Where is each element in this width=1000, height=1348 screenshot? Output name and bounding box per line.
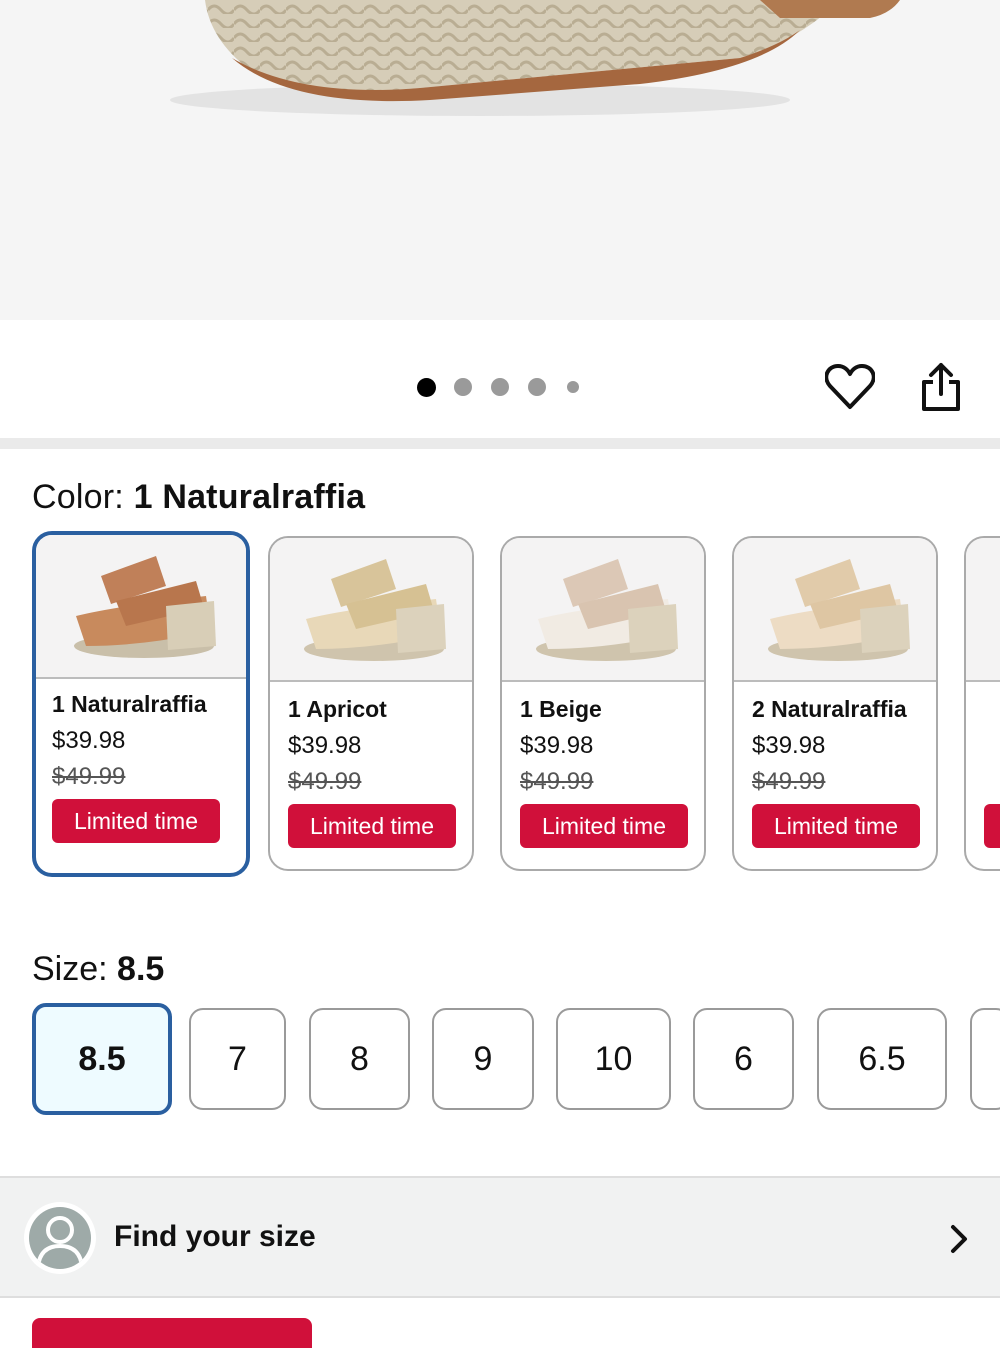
color-thumbnail bbox=[36, 535, 246, 679]
carousel-dot[interactable] bbox=[528, 378, 546, 396]
color-thumbnail bbox=[734, 538, 936, 682]
size-option[interactable]: 7 bbox=[189, 1008, 286, 1110]
color-option-price: $39.98 bbox=[752, 732, 826, 759]
color-option-partial[interactable] bbox=[964, 536, 1000, 871]
color-thumbnail bbox=[966, 538, 1000, 682]
favorite-button[interactable] bbox=[822, 360, 878, 414]
size-prefix: Size: bbox=[32, 950, 108, 988]
color-option[interactable]: 1 Beige $39.98 $49.99 Limited time bbox=[500, 536, 706, 871]
color-option[interactable]: 1 Apricot $39.98 $49.99 Limited time bbox=[268, 536, 474, 871]
size-option[interactable]: 6.5 bbox=[817, 1008, 947, 1110]
color-thumbnail bbox=[270, 538, 472, 682]
size-label: Size: 8.5 bbox=[32, 950, 164, 989]
carousel-dot[interactable] bbox=[417, 378, 436, 397]
heart-icon bbox=[825, 364, 875, 409]
product-image[interactable] bbox=[0, 0, 1000, 320]
color-option-name: 2 Naturalraffia bbox=[752, 696, 907, 722]
size-option[interactable]: 10 bbox=[556, 1008, 671, 1110]
find-your-size-row[interactable]: Find your size bbox=[0, 1176, 1000, 1298]
carousel-dot[interactable] bbox=[567, 381, 579, 393]
size-option[interactable]: 9 bbox=[432, 1008, 534, 1110]
limited-time-badge: Limited time bbox=[52, 799, 220, 843]
limited-time-badge: Limited time bbox=[288, 804, 456, 848]
color-option[interactable]: 1 Naturalraffia $39.98 $49.99 Limited ti… bbox=[32, 531, 250, 877]
size-option[interactable]: 6 bbox=[693, 1008, 794, 1110]
avatar bbox=[24, 1202, 96, 1274]
color-option-name: 1 Beige bbox=[520, 696, 602, 722]
selected-color: 1 Naturalraffia bbox=[133, 478, 366, 516]
share-button[interactable] bbox=[914, 360, 968, 414]
color-prefix: Color: bbox=[32, 478, 124, 516]
limited-time-badge: Limited time bbox=[520, 804, 688, 848]
section-divider bbox=[0, 438, 1000, 449]
size-option-partial[interactable] bbox=[970, 1008, 1000, 1110]
color-thumbnail bbox=[502, 538, 704, 682]
size-option[interactable]: 8 bbox=[309, 1008, 410, 1110]
carousel-dot[interactable] bbox=[491, 378, 509, 396]
find-your-size-label: Find your size bbox=[114, 1220, 316, 1253]
color-option-price: $39.98 bbox=[288, 732, 362, 759]
chevron-right-icon bbox=[951, 1225, 967, 1253]
color-option-name: 1 Apricot bbox=[288, 696, 387, 722]
user-icon bbox=[36, 1216, 84, 1268]
color-option[interactable]: 2 Naturalraffia $39.98 $49.99 Limited ti… bbox=[732, 536, 938, 871]
share-icon bbox=[922, 363, 960, 411]
color-option-was-price: $49.99 bbox=[752, 768, 826, 795]
primary-action-button[interactable] bbox=[32, 1318, 312, 1348]
color-label: Color: 1 Naturalraffia bbox=[32, 478, 365, 517]
sandal-image bbox=[170, 0, 900, 116]
color-option-price: $39.98 bbox=[52, 727, 126, 754]
selected-size: 8.5 bbox=[117, 950, 165, 988]
size-option[interactable]: 8.5 bbox=[32, 1003, 172, 1115]
carousel-controls bbox=[0, 320, 1000, 438]
carousel-dot[interactable] bbox=[454, 378, 472, 396]
limited-time-badge: Limited time bbox=[752, 804, 920, 848]
color-option-was-price: $49.99 bbox=[288, 768, 362, 795]
color-option-was-price: $49.99 bbox=[52, 763, 126, 790]
color-option-was-price: $49.99 bbox=[520, 768, 594, 795]
color-option-name: 1 Naturalraffia bbox=[52, 691, 207, 717]
color-option-price: $39.98 bbox=[520, 732, 594, 759]
limited-time-badge bbox=[984, 804, 1000, 848]
